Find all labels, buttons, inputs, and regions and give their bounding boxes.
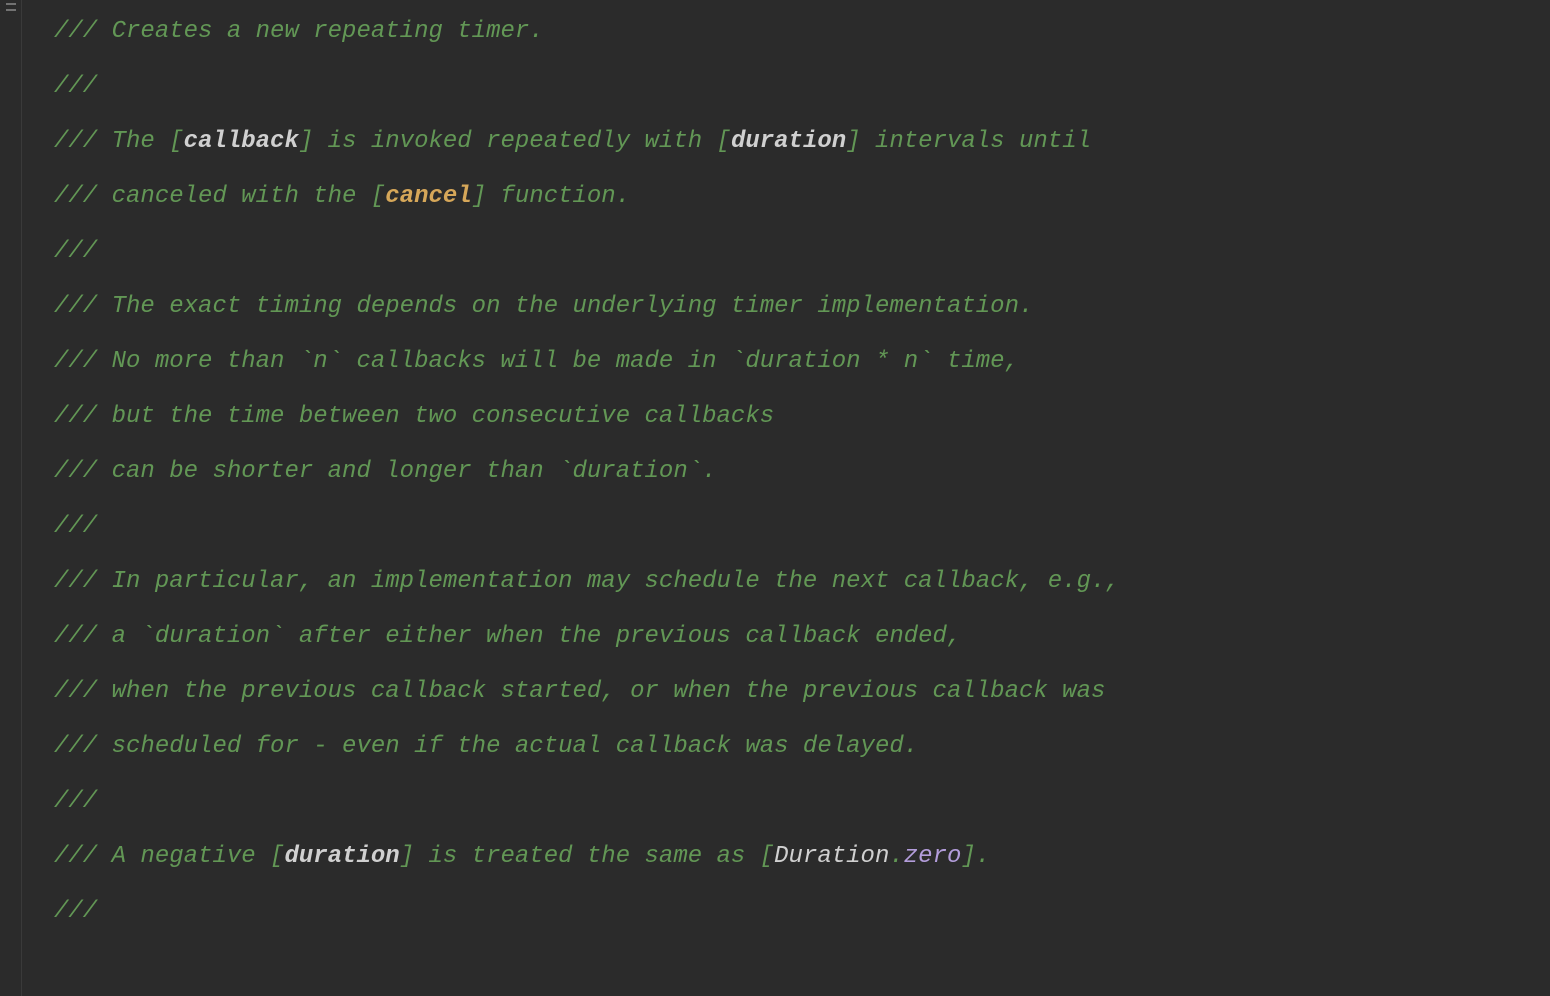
comment-text: ] is invoked repeatedly with [ — [299, 128, 731, 155]
comment-line: /// No more than `n` callbacks will be m… — [54, 334, 1550, 389]
comment-text: a `duration` after either when the previ… — [97, 623, 961, 650]
doc-reference-duration[interactable]: duration — [731, 128, 846, 155]
comment-prefix: /// — [54, 733, 97, 760]
comment-prefix: /// — [54, 293, 97, 320]
comment-prefix: /// — [54, 458, 97, 485]
comment-prefix: /// — [54, 73, 97, 100]
comment-text: The exact timing depends on the underlyi… — [97, 293, 1033, 320]
code-editor[interactable]: /// Creates a new repeating timer. /// /… — [0, 0, 1550, 996]
comment-prefix: /// — [54, 788, 97, 815]
comment-prefix: /// — [54, 128, 97, 155]
editor-gutter — [0, 0, 22, 996]
fold-handle-icon[interactable] — [2, 0, 20, 14]
comment-text: can be shorter and longer than `duration… — [97, 458, 716, 485]
comment-prefix: /// — [54, 403, 97, 430]
doc-reference-zero[interactable]: zero — [904, 843, 962, 870]
comment-prefix: /// — [54, 183, 97, 210]
comment-prefix: /// — [54, 623, 97, 650]
comment-line: /// A negative [duration] is treated the… — [54, 829, 1550, 884]
comment-text: canceled with the [ — [97, 183, 385, 210]
comment-prefix: /// — [54, 18, 97, 45]
comment-text: Creates a new repeating timer. — [97, 18, 543, 45]
comment-prefix: /// — [54, 678, 97, 705]
code-area[interactable]: /// Creates a new repeating timer. /// /… — [22, 0, 1550, 996]
comment-prefix: /// — [54, 513, 97, 540]
comment-line: /// but the time between two consecutive… — [54, 389, 1550, 444]
comment-prefix: /// — [54, 843, 97, 870]
comment-prefix: /// — [54, 898, 97, 925]
comment-line: /// — [54, 884, 1550, 939]
comment-text: In particular, an implementation may sch… — [97, 568, 1120, 595]
comment-line: /// scheduled for - even if the actual c… — [54, 719, 1550, 774]
comment-line: /// In particular, an implementation may… — [54, 554, 1550, 609]
comment-prefix: /// — [54, 238, 97, 265]
comment-text: No more than `n` callbacks will be made … — [97, 348, 1019, 375]
comment-prefix: /// — [54, 348, 97, 375]
comment-line: /// when the previous callback started, … — [54, 664, 1550, 719]
comment-line: /// — [54, 774, 1550, 829]
doc-reference-duration-class[interactable]: Duration — [774, 843, 889, 870]
comment-line: /// can be shorter and longer than `dura… — [54, 444, 1550, 499]
comment-text: A negative [ — [97, 843, 284, 870]
comment-line: /// The exact timing depends on the unde… — [54, 279, 1550, 334]
comment-line: /// The [callback] is invoked repeatedly… — [54, 114, 1550, 169]
doc-reference-cancel[interactable]: cancel — [385, 183, 471, 210]
comment-text: ] is treated the same as [ — [400, 843, 774, 870]
comment-line: /// Creates a new repeating timer. — [54, 4, 1550, 59]
doc-reference-callback[interactable]: callback — [184, 128, 299, 155]
comment-text: The [ — [97, 128, 183, 155]
comment-text: ]. — [961, 843, 990, 870]
comment-prefix: /// — [54, 568, 97, 595]
comment-line: /// — [54, 224, 1550, 279]
comment-line: /// — [54, 499, 1550, 554]
comment-text: ] intervals until — [846, 128, 1091, 155]
comment-text: . — [889, 843, 903, 870]
comment-text: scheduled for - even if the actual callb… — [97, 733, 918, 760]
comment-line: /// canceled with the [cancel] function. — [54, 169, 1550, 224]
comment-line: /// — [54, 59, 1550, 114]
comment-line: /// a `duration` after either when the p… — [54, 609, 1550, 664]
comment-text: ] function. — [472, 183, 630, 210]
doc-reference-duration[interactable]: duration — [284, 843, 399, 870]
comment-text: but the time between two consecutive cal… — [97, 403, 774, 430]
comment-text: when the previous callback started, or w… — [97, 678, 1105, 705]
